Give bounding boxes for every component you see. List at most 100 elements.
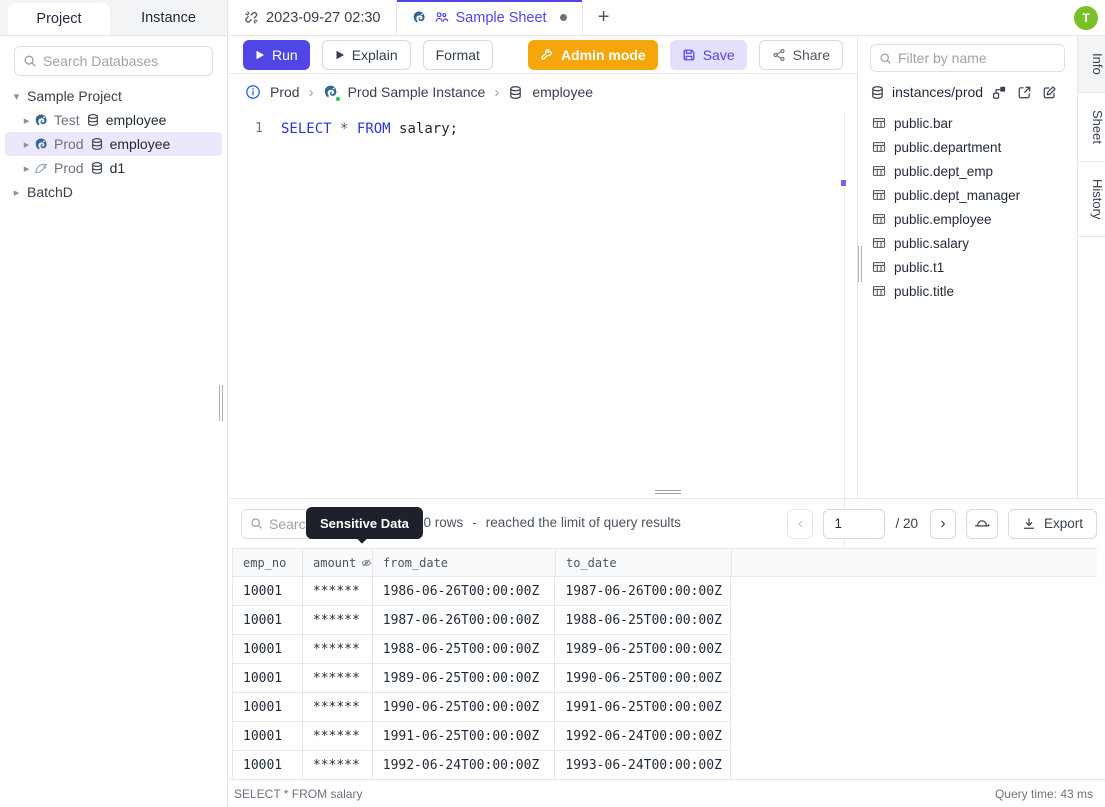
table-row[interactable]: 10001 ****** 1992-06-24T00:00:00Z 1993-06-2… (232, 751, 732, 780)
database-icon (872, 85, 883, 99)
hat-icon (974, 519, 990, 526)
breadcrumb-environment[interactable]: Prod (270, 84, 300, 100)
database-icon (87, 114, 98, 126)
avatar[interactable]: T (1074, 5, 1098, 30)
results-resize-handle[interactable] (655, 490, 681, 494)
table-item[interactable]: public.t1 (858, 255, 1077, 279)
column-header[interactable]: from_date (373, 549, 556, 576)
new-tab-button[interactable]: + (583, 0, 625, 35)
mysql-icon (35, 163, 48, 173)
tree-item-sample-project[interactable]: ▾ Sample Project (5, 84, 222, 108)
sql-keyword: FROM (356, 121, 391, 137)
right-panel-resize-handle[interactable] (858, 246, 862, 282)
external-link-icon[interactable] (1017, 85, 1032, 100)
format-button[interactable]: Format (422, 39, 493, 70)
tab-sample-sheet[interactable]: Sample Sheet (397, 0, 583, 35)
next-page-button[interactable]: › (929, 508, 956, 539)
caret-right-icon[interactable]: ▸ (19, 114, 34, 127)
page-number-input[interactable] (823, 508, 886, 539)
tree-item-batchd[interactable]: ▸ BatchD (5, 180, 222, 204)
play-icon (336, 50, 344, 59)
sidebar-resize-handle[interactable] (219, 385, 223, 421)
status-query: SELECT * FROM salary (234, 786, 363, 801)
admin-mode-button[interactable]: Admin mode (527, 39, 658, 70)
connection-actions (992, 85, 1057, 100)
results-toolbar: 1000 rows - reached the limit of query r… (229, 499, 1105, 548)
overview-cursor-mark (841, 180, 846, 186)
tab-history[interactable]: History (1078, 162, 1105, 238)
tab-project[interactable]: Project (8, 3, 110, 35)
info-icon[interactable] (245, 84, 261, 100)
table-row[interactable]: 10001 ****** 1987-06-26T00:00:00Z 1988-06-2… (232, 606, 732, 635)
unlink-icon (245, 11, 258, 24)
tab-adhoc-query[interactable]: 2023-09-27 02:30 (229, 0, 397, 35)
code-line: 1 SELECT * FROM salary; (229, 118, 857, 140)
sql-keyword: SELECT (281, 121, 332, 137)
results-header-row: emp_no amount from_date to_date (232, 548, 1097, 577)
editor-panel: Run Explain Format Admin mode Save Share… (229, 36, 858, 552)
database-icon (510, 85, 522, 99)
breadcrumb-instance[interactable]: Prod Sample Instance (348, 84, 486, 100)
tab-sheet[interactable]: Sheet (1078, 93, 1105, 162)
table-item[interactable]: public.dept_emp (858, 159, 1077, 183)
table-item[interactable]: public.department (858, 135, 1077, 159)
table-item[interactable]: public.title (858, 279, 1077, 303)
sidebar-tab-strip: Project Instance (0, 0, 227, 36)
caret-right-icon[interactable]: ▸ (19, 162, 34, 175)
info-panel: instances/prod public.bar public.departm… (858, 36, 1077, 498)
schema-diagram-icon[interactable] (992, 85, 1007, 100)
tree-item-prod-d1[interactable]: ▸ Prod d1 (5, 156, 222, 180)
table-item[interactable]: public.dept_manager (858, 183, 1077, 207)
unsaved-dot-icon (559, 14, 567, 21)
masking-hat-button[interactable] (965, 508, 998, 539)
search-databases-input[interactable] (43, 53, 204, 69)
share-button[interactable]: Share (758, 39, 843, 70)
breadcrumb-database[interactable]: employee (532, 84, 593, 100)
tab-instance[interactable]: Instance (110, 0, 227, 35)
run-button[interactable]: Run (243, 39, 310, 70)
play-icon (256, 50, 264, 59)
explain-button[interactable]: Explain (321, 39, 411, 70)
table-row[interactable]: 10001 ****** 1988-06-25T00:00:00Z 1989-06-2… (232, 635, 732, 664)
table-item[interactable]: public.bar (858, 111, 1077, 135)
sql-editor[interactable]: 1 SELECT * FROM salary; (229, 110, 857, 552)
tab-label: Sample Sheet (455, 9, 547, 26)
editor-toolbar: Run Explain Format Admin mode Save Share (229, 36, 857, 74)
prev-page-button[interactable]: ‹ (787, 508, 814, 539)
share-icon (773, 48, 785, 61)
table-list: public.bar public.department public.dept… (858, 107, 1077, 303)
table-row[interactable]: 10001 ****** 1991-06-25T00:00:00Z 1992-06-2… (232, 722, 732, 751)
export-button[interactable]: Export (1007, 508, 1097, 539)
search-icon (251, 518, 262, 529)
sql-identifier: salary; (399, 121, 459, 137)
side-tab-strip: Info Sheet History (1077, 36, 1105, 498)
table-row[interactable]: 10001 ****** 1986-06-26T00:00:00Z 1987-06-2… (232, 577, 732, 606)
table-icon (872, 214, 886, 224)
table-row[interactable]: 10001 ****** 1989-06-25T00:00:00Z 1990-06-2… (232, 664, 732, 693)
connection-row: instances/prod (858, 78, 1077, 107)
table-icon (872, 166, 886, 176)
table-item[interactable]: public.employee (858, 207, 1077, 231)
postgres-icon (413, 11, 425, 23)
editor-scrollbar[interactable] (844, 112, 845, 552)
database-icon (91, 162, 102, 174)
results-table: emp_no amount from_date to_date 10001 ***… (232, 548, 1097, 780)
edit-icon[interactable] (1042, 85, 1057, 100)
sensitive-data-tooltip: Sensitive Data (306, 507, 423, 539)
column-header[interactable]: emp_no (233, 549, 303, 576)
postgres-icon (35, 138, 47, 149)
column-header[interactable]: amount (303, 549, 373, 576)
caret-right-icon[interactable]: ▸ (19, 138, 34, 151)
caret-right-icon[interactable]: ▸ (9, 186, 24, 199)
table-row[interactable]: 10001 ****** 1990-06-25T00:00:00Z 1991-06-2… (232, 693, 732, 722)
save-button[interactable]: Save (669, 39, 747, 70)
column-header[interactable]: to_date (556, 549, 732, 576)
caret-down-icon[interactable]: ▾ (9, 90, 24, 103)
tab-info[interactable]: Info (1078, 36, 1105, 93)
filter-by-name-input[interactable] (898, 50, 1056, 66)
tree-item-prod-employee[interactable]: ▸ Prod employee (5, 132, 222, 156)
table-item[interactable]: public.salary (858, 231, 1077, 255)
connection-label: instances/prod (892, 84, 984, 100)
table-icon (872, 238, 886, 248)
tree-item-test-employee[interactable]: ▸ Test employee (5, 108, 222, 132)
